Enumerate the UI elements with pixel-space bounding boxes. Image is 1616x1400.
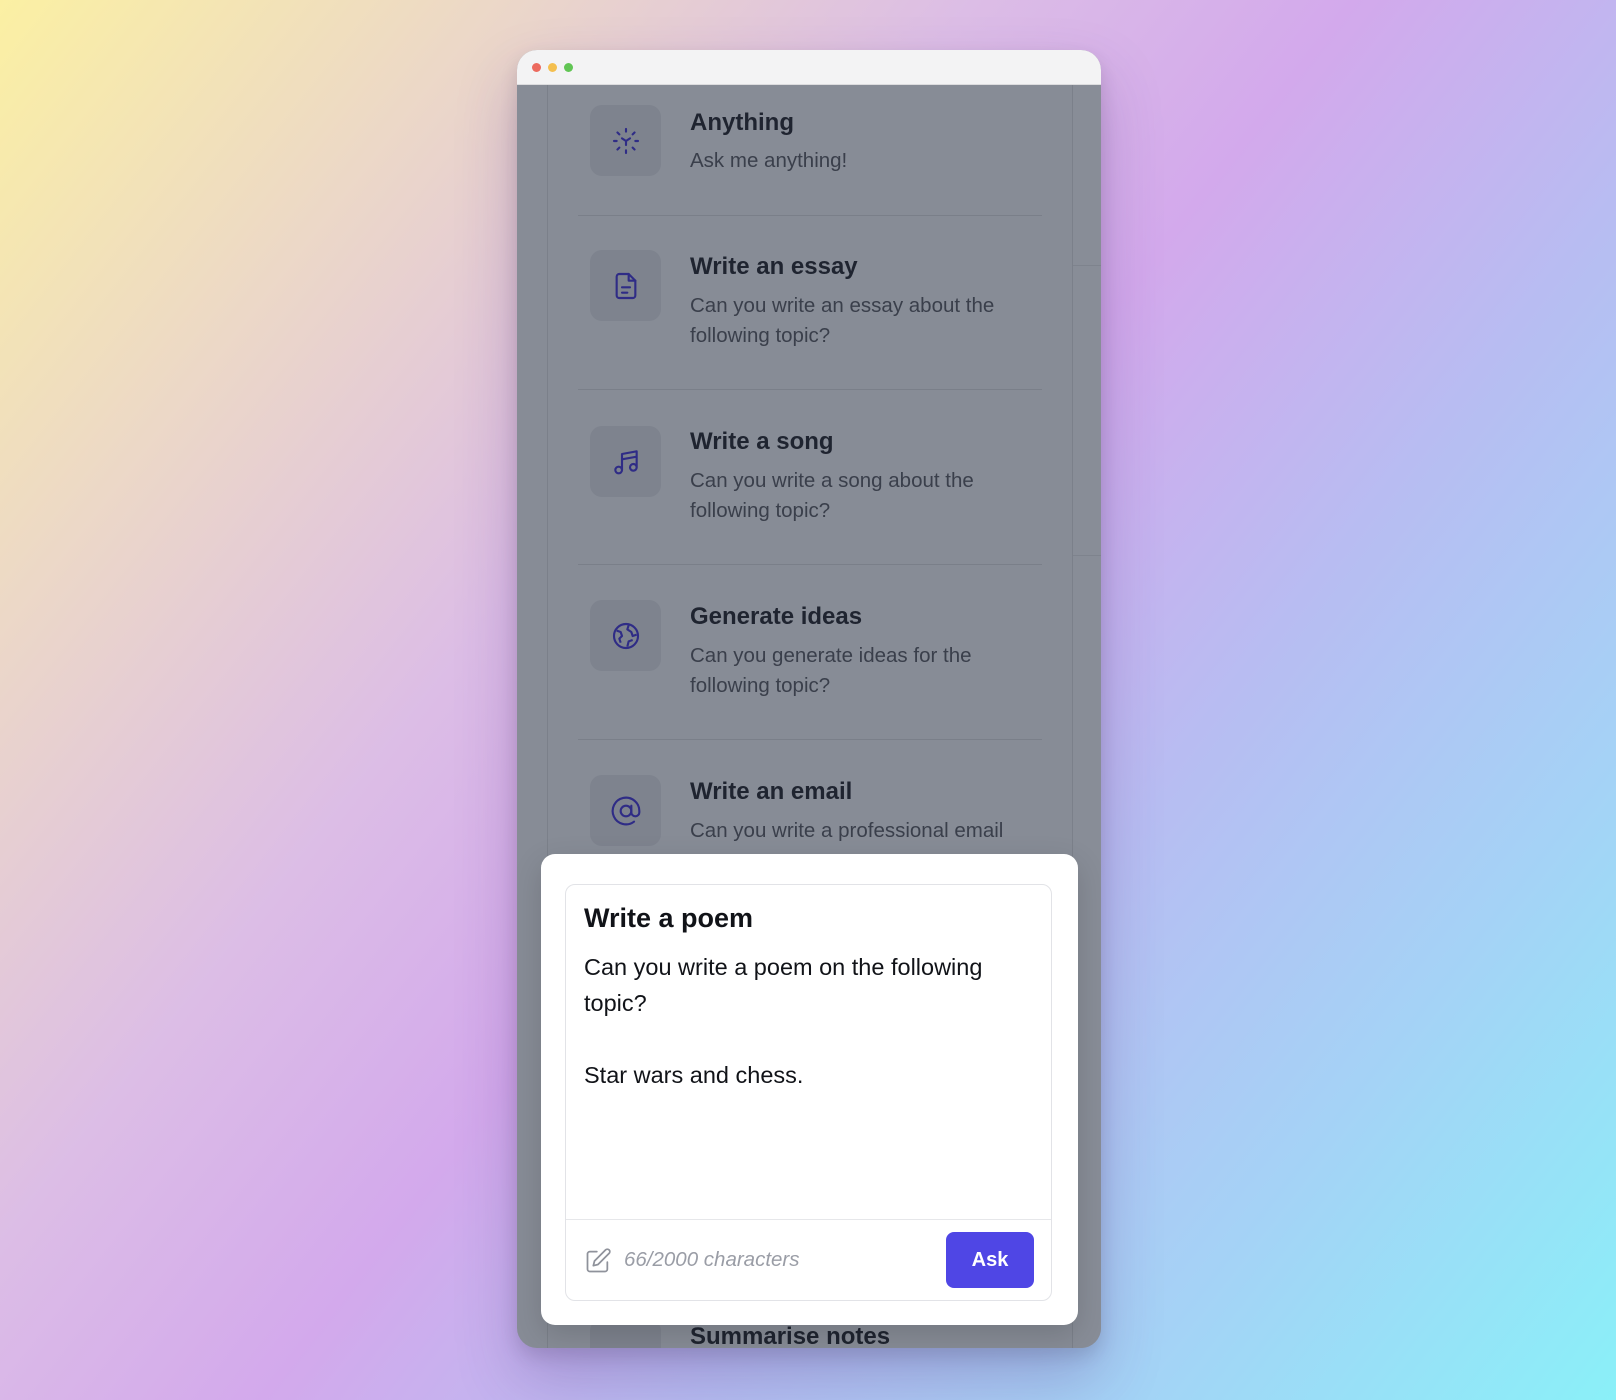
at-sign-icon [590,775,661,846]
maximize-window-button[interactable] [564,63,573,72]
face-scan-icon [590,105,661,176]
close-window-button[interactable] [532,63,541,72]
document-icon [590,250,661,321]
prompt-item-ideas[interactable]: Generate ideas Can you generate ideas fo… [578,565,1042,740]
pencil-icon [586,1248,611,1273]
prompt-title: Summarise notes [690,1323,891,1348]
prompt-title: Write an essay [690,253,858,280]
prompt-title: Anything [690,109,794,136]
app-window: Anything Ask me anything! Write an essay… [517,50,1101,1348]
title-bar [517,50,1101,85]
character-count: 66/2000 characters [624,1248,800,1271]
prompt-modal: Write a poem Can you write a poem on the… [541,854,1078,1325]
prompt-title: Generate ideas [690,603,863,630]
prompt-item-song[interactable]: Write a song Can you write a song about … [578,390,1042,565]
ask-button[interactable]: Ask [946,1232,1034,1288]
prompt-description: Can you write an essay about the followi… [690,294,995,347]
prompt-item-essay[interactable]: Write an essay Can you write an essay ab… [578,216,1042,390]
minimize-window-button[interactable] [548,63,557,72]
prompt-description: Can you write a professional email [690,819,1004,842]
prompt-textarea[interactable]: Can you write a poem on the following to… [584,949,1024,1093]
prompt-item-anything[interactable]: Anything Ask me anything! [578,84,1042,216]
prompt-editor: Write a poem Can you write a poem on the… [565,884,1052,1301]
editor-footer: 66/2000 characters Ask [566,1219,1051,1300]
prompt-description: Can you generate ideas for the following… [690,644,972,697]
prompt-description: Can you write a song about the following… [690,469,974,522]
globe-icon [590,600,661,671]
prompt-title: Write a song [690,428,834,455]
content-area: Anything Ask me anything! Write an essay… [517,84,1101,1348]
prompt-description: Ask me anything! [690,149,848,172]
music-note-icon [590,426,661,497]
modal-title: Write a poem [584,903,754,933]
prompt-title: Write an email [690,778,853,805]
